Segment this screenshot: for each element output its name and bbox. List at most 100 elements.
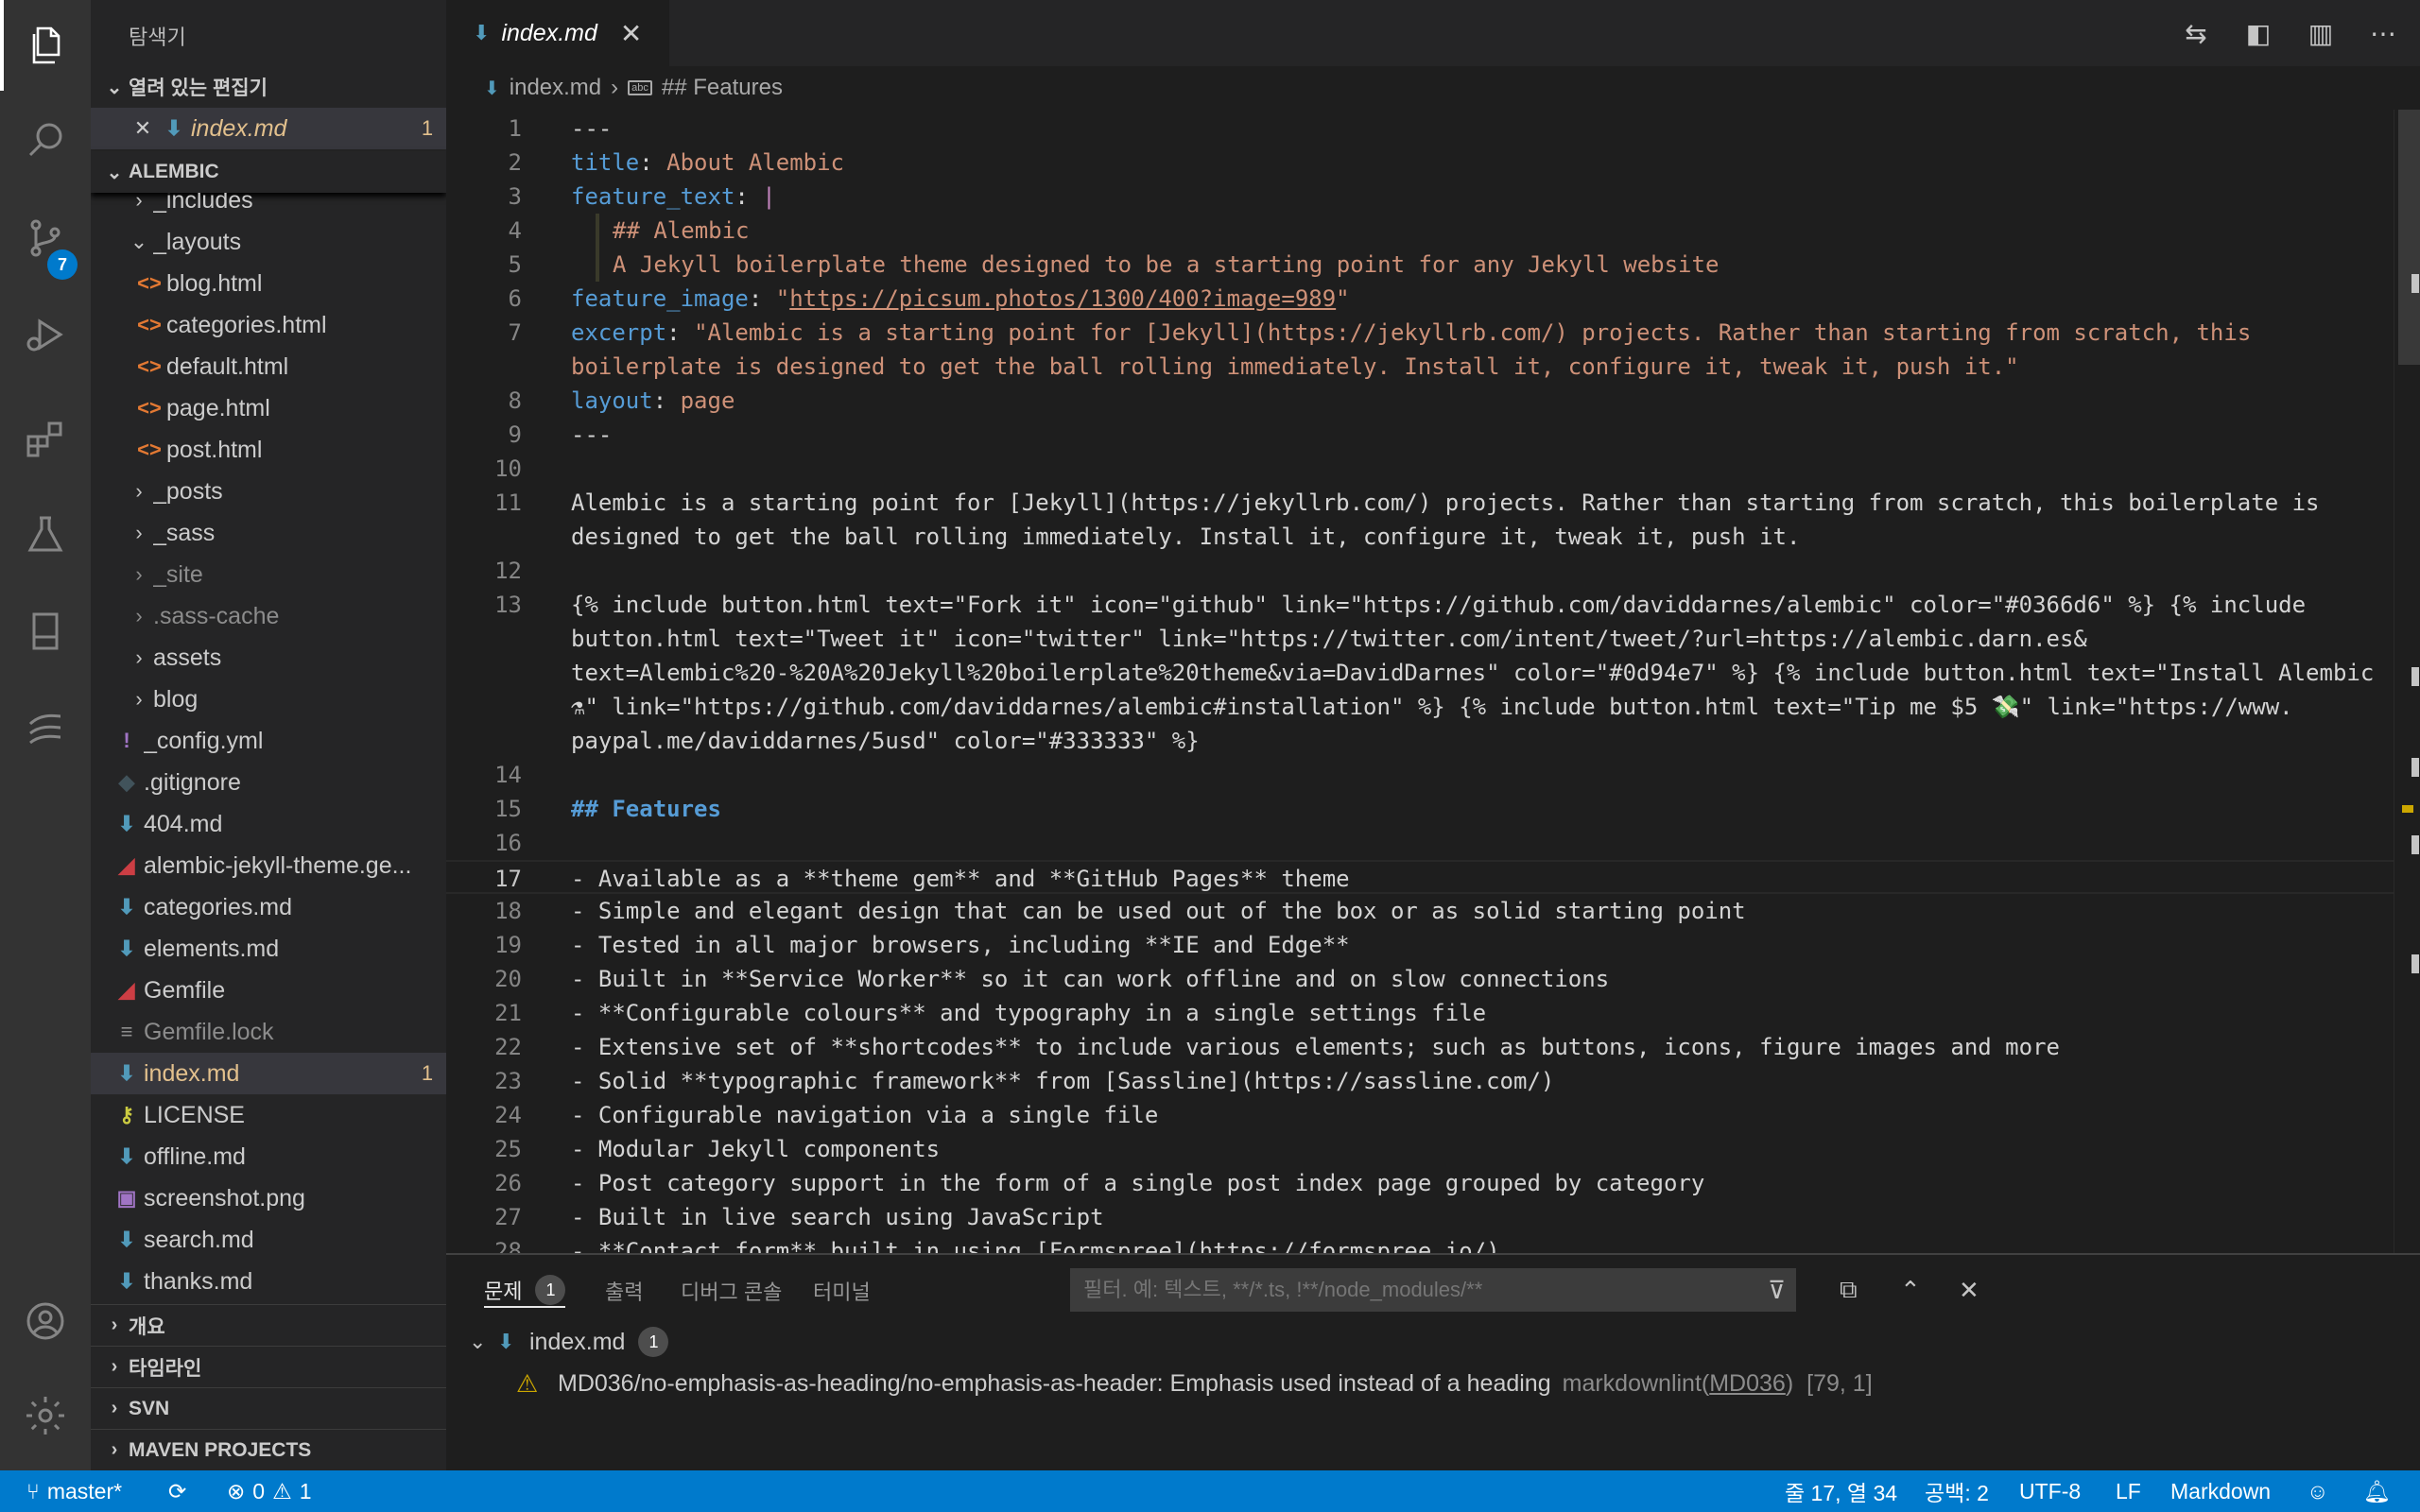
tree-folder[interactable]: › assets (91, 637, 446, 679)
tree-folder[interactable]: › _site (91, 554, 446, 595)
tab-terminal[interactable]: 터미널 (813, 1274, 871, 1308)
extensions-icon[interactable] (0, 393, 91, 484)
collapse-all-icon[interactable]: ⧉ (1840, 1268, 1858, 1312)
tree-file[interactable]: <> default.html (91, 346, 446, 387)
cursor-position[interactable]: 줄 17, 열 34 (1785, 1470, 1897, 1512)
code-line: 9 --- (508, 421, 613, 448)
book-icon[interactable] (0, 586, 91, 677)
chevron-right-icon: › (135, 521, 143, 544)
tree-file[interactable]: ▣ screenshot.png (91, 1177, 446, 1219)
tree-file[interactable]: ! _config.yml (91, 720, 446, 762)
code-line: 4 ## Alembic (446, 214, 2394, 248)
tab-problems[interactable]: 문제 1 (484, 1274, 566, 1308)
code-line: 7 excerpt: "Alembic is a starting point f… (508, 319, 2252, 346)
tree-file[interactable]: ⚷ LICENSE (91, 1094, 446, 1136)
notifications-bell-icon[interactable]: 🔔︎ (2363, 1470, 2391, 1512)
close-panel-icon[interactable]: ✕ (1959, 1268, 1979, 1312)
search-icon[interactable] (0, 94, 91, 185)
feedback-icon[interactable]: ☺ (2307, 1470, 2328, 1512)
code-line: 15 ## Features (494, 796, 721, 822)
split-editor-icon[interactable]: ▥ (2307, 18, 2335, 49)
tree-file[interactable]: ◆ .gitignore (91, 762, 446, 803)
code-line-current: 17- Available as a **theme gem** and **G… (446, 860, 2394, 894)
tree-file[interactable]: ⬇ offline.md (91, 1136, 446, 1177)
problems-filter-input[interactable] (1070, 1268, 1796, 1312)
code-line: 27- Built in live search using JavaScrip… (494, 1204, 1104, 1230)
tree-file[interactable]: ⬇ thanks.md (91, 1261, 446, 1298)
branch-indicator[interactable]: ⑂ master* (26, 1470, 122, 1512)
tree-file-active[interactable]: ⬇ index.md 1 (91, 1053, 446, 1094)
tree-file[interactable]: ⬇ search.md (91, 1219, 446, 1261)
tab-debug-console[interactable]: 디버그 콘솔 (681, 1274, 782, 1308)
code-line: button.html text="Tweet it" icon="twitte… (571, 626, 2087, 652)
scroll-marker (2411, 954, 2419, 973)
end-of-line[interactable]: LF (2116, 1470, 2141, 1512)
close-tab-icon[interactable]: ✕ (620, 18, 642, 49)
tree-file[interactable]: <> page.html (91, 387, 446, 429)
outline-section[interactable]: › 개요 (91, 1304, 446, 1346)
tree-file[interactable]: <> blog.html (91, 263, 446, 304)
svn-section[interactable]: › SVN (91, 1387, 446, 1429)
tree-file[interactable]: ⬇ 404.md (91, 803, 446, 845)
problem-item[interactable]: ⚠ MD036/no-emphasis-as-heading/no-emphas… (516, 1363, 1873, 1404)
testing-flask-icon[interactable] (0, 490, 91, 580)
breadcrumb-symbol[interactable]: ## Features (662, 75, 783, 101)
tree-folder[interactable]: › _posts (91, 471, 446, 512)
editor-tabs: ⬇ index.md ✕ ⇆ ◧ ▥ ⋯ (446, 0, 2420, 66)
more-actions-icon[interactable]: ⋯ (2369, 18, 2397, 49)
source-control-icon[interactable]: 7 (0, 193, 91, 284)
encoding[interactable]: UTF-8 (2019, 1470, 2081, 1512)
tree-folder[interactable]: › blog (91, 679, 446, 720)
scroll-marker (2411, 667, 2419, 686)
lock-file-icon: ≡ (120, 1020, 133, 1043)
scroll-marker (2411, 835, 2419, 854)
editor-scrollbar[interactable] (2394, 110, 2420, 1253)
language-mode[interactable]: Markdown (2170, 1470, 2271, 1512)
markdown-file-icon: ⬇ (117, 895, 136, 919)
maximize-panel-icon[interactable]: ⌃ (1900, 1268, 1921, 1312)
open-preview-icon[interactable]: ◧ (2244, 18, 2273, 49)
code-line: paypal.me/daviddarnes/5usd" color="#3333… (571, 728, 1200, 754)
problems-indicator[interactable]: ⊗ 0 ⚠ 1 (227, 1470, 312, 1512)
open-editor-item[interactable]: ✕ ⬇ index.md 1 (91, 108, 446, 149)
tree-folder[interactable]: ⌄ _layouts (91, 221, 446, 263)
tree-folder[interactable]: › _includes (91, 193, 446, 221)
close-icon[interactable]: ✕ (129, 116, 157, 141)
scroll-marker (2411, 758, 2419, 777)
tree-folder[interactable]: › .sass-cache (91, 595, 446, 637)
account-icon[interactable] (0, 1276, 91, 1366)
timeline-section[interactable]: › 타임라인 (91, 1346, 446, 1387)
code-line: 2 title: About Alembic (508, 149, 844, 176)
code-line: 12 (494, 558, 522, 584)
tree-file[interactable]: <> post.html (91, 429, 446, 471)
svn-icon[interactable] (0, 682, 91, 773)
error-icon: ⊗ (227, 1478, 246, 1503)
tree-file[interactable]: ◢ alembic-jekyll-theme.ge... (91, 845, 446, 886)
project-header[interactable]: ⌄ ALEMBIC (91, 151, 446, 193)
code-line: 13 {% include button.html text="Fork it" … (494, 592, 2307, 618)
open-editors-header[interactable]: ⌄ 열려 있는 편집기 (91, 66, 446, 108)
tab-index-md[interactable]: ⬇ index.md ✕ (446, 0, 669, 66)
run-debug-icon[interactable] (0, 289, 91, 380)
tree-file[interactable]: ≡ Gemfile.lock (91, 1011, 446, 1053)
code-editor[interactable]: 1 --- 2 title: About Alembic 3 feature_text… (446, 110, 2420, 1253)
open-changes-icon[interactable]: ⇆ (2182, 18, 2210, 49)
tree-file[interactable]: ◢ Gemfile (91, 970, 446, 1011)
tree-file[interactable]: ⬇ categories.md (91, 886, 446, 928)
breadcrumb-file[interactable]: index.md (510, 75, 601, 101)
settings-gear-icon[interactable] (0, 1370, 91, 1461)
tree-file[interactable]: <> categories.html (91, 304, 446, 346)
indentation[interactable]: 공백: 2 (1925, 1470, 1989, 1512)
tree-folder[interactable]: › _sass (91, 512, 446, 554)
problem-file-row[interactable]: ⌄ ⬇ index.md 1 (469, 1321, 669, 1363)
html-file-icon: <> (137, 313, 162, 336)
tree-file[interactable]: ⬇ elements.md (91, 928, 446, 970)
maven-projects-section[interactable]: › MAVEN PROJECTS (91, 1429, 446, 1470)
code-line: 23- Solid **typographic framework** from… (494, 1068, 1555, 1094)
scrollbar-thumb[interactable] (2398, 110, 2420, 365)
filter-icon[interactable]: ⊽ (1768, 1268, 1786, 1312)
explorer-icon[interactable] (0, 0, 91, 91)
code-line: text=Alembic%20-%20A%20Jekyll%20boilerpl… (571, 660, 2375, 686)
tab-output[interactable]: 출력 (605, 1274, 643, 1308)
sync-icon[interactable]: ⟳ (168, 1470, 186, 1512)
